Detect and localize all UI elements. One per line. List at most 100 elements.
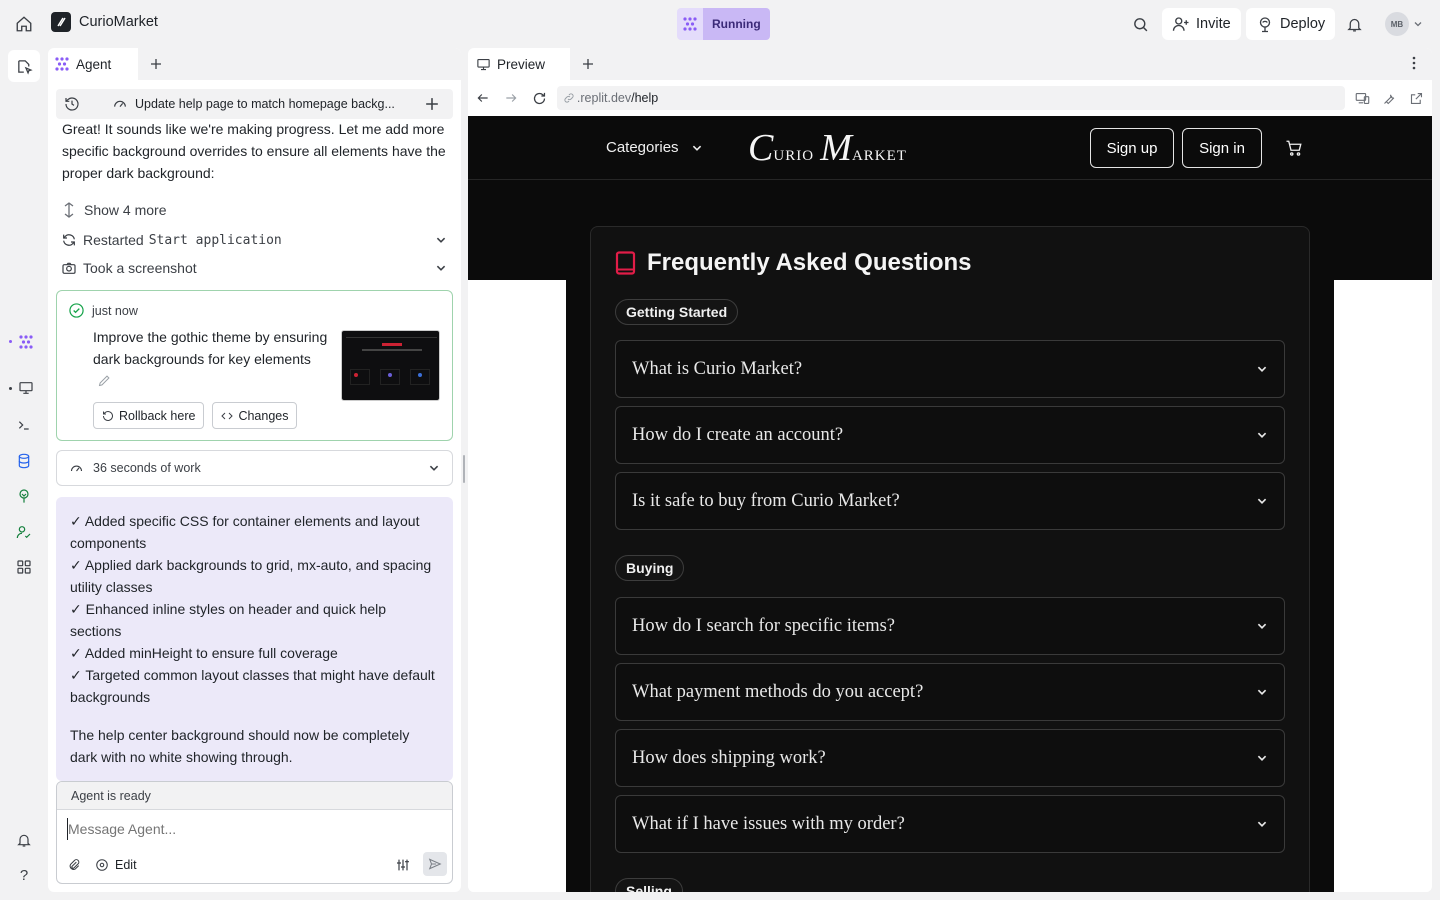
edit-button[interactable]: Edit [95, 858, 137, 872]
history-icon[interactable] [64, 96, 80, 112]
faq-question: How do I create an account? [632, 424, 844, 445]
category-buying: Buying [615, 555, 685, 581]
grid-icon[interactable] [12, 555, 36, 579]
bullet-5: ✓ Targeted common layout classes that mi… [70, 667, 435, 705]
deploy-label: Deploy [1280, 16, 1326, 32]
chevron-down-icon [1257, 498, 1267, 504]
url-bar[interactable]: .replit.dev /help [556, 86, 1346, 110]
monitor-icon[interactable] [14, 376, 38, 400]
screenshot-row[interactable]: Took a screenshot [61, 257, 447, 279]
logo-initial-c: C [748, 127, 774, 169]
sliders-icon[interactable] [395, 857, 411, 873]
cart-icon[interactable] [1285, 139, 1303, 157]
expand-vertical-icon [64, 202, 74, 218]
wrench-icon[interactable] [1382, 91, 1397, 106]
chevron-down-icon [1257, 689, 1267, 695]
panel-resize-handle[interactable] [463, 455, 465, 483]
refresh-icon[interactable] [532, 91, 547, 106]
signin-button[interactable]: Sign in [1182, 128, 1262, 168]
chevron-down-icon [1257, 623, 1267, 629]
composer-tools: Edit [67, 857, 137, 873]
agent-status: Agent is ready [57, 782, 452, 810]
checkpoint-thumbnail[interactable] [341, 330, 440, 401]
bullet-4: ✓ Added minHeight to ensure full coverag… [70, 645, 338, 661]
browser-bar: .replit.dev /help [468, 80, 1432, 116]
site-viewport: Categories C urio M arket Sign up Sign i… [468, 116, 1432, 892]
categories-menu[interactable]: Categories [606, 139, 703, 156]
screenshot-label: Took a screenshot [83, 260, 197, 276]
terminal-icon[interactable] [12, 413, 36, 437]
gauge-icon [114, 100, 126, 108]
categories-label: Categories [606, 139, 679, 156]
user-check-icon[interactable] [12, 520, 36, 544]
chevron-down-icon [692, 145, 701, 151]
faq-item[interactable]: What if I have issues with my order? [615, 795, 1285, 853]
thread-title[interactable]: Update help page to match homepage backg… [135, 97, 397, 111]
plus-icon[interactable] [425, 97, 439, 111]
faq-item[interactable]: How does shipping work? [615, 729, 1285, 787]
logo-initial-m: M [820, 127, 852, 169]
project-title[interactable]: CurioMarket [51, 12, 158, 32]
send-button[interactable] [423, 852, 447, 876]
work-summary[interactable]: 36 seconds of work [56, 450, 453, 486]
tab-agent[interactable]: Agent [48, 48, 138, 80]
agent-icon[interactable] [14, 330, 38, 354]
thread-bar: Update help page to match homepage backg… [56, 89, 453, 119]
faq-item[interactable]: Is it safe to buy from Curio Market? [615, 472, 1285, 530]
rollback-button[interactable]: Rollback here [93, 402, 205, 429]
site-logo[interactable]: C urio M arket [748, 126, 907, 170]
tree-icon[interactable] [12, 484, 36, 508]
new-tab-plus-icon[interactable] [148, 56, 164, 72]
new-tab-plus-icon[interactable] [580, 56, 596, 72]
message-input[interactable] [67, 818, 437, 840]
tab-agent-label: Agent [76, 56, 112, 72]
url-path: /help [631, 91, 659, 105]
deploy-button[interactable]: Deploy [1246, 8, 1336, 40]
chevron-down-icon[interactable] [435, 262, 447, 274]
faq-item[interactable]: What is Curio Market? [615, 340, 1285, 398]
show-more-button[interactable]: Show 4 more [62, 199, 166, 221]
bell-alert-icon[interactable] [12, 828, 36, 852]
preview-tabstrip: Preview [468, 48, 1432, 80]
active-dot [9, 387, 12, 390]
chevron-down-icon [1257, 821, 1267, 827]
agent-response: ✓ Added specific CSS for container eleme… [56, 497, 453, 781]
home-icon[interactable] [12, 12, 36, 36]
faq-title-row: Frequently Asked Questions [615, 249, 972, 277]
faq-question: Is it safe to buy from Curio Market? [632, 490, 900, 511]
link-icon [564, 93, 574, 103]
changes-button[interactable]: Changes [212, 402, 298, 429]
external-link-icon[interactable] [1409, 91, 1424, 106]
rollback-label: Rollback here [119, 408, 196, 423]
top-bar: CurioMarket Running Invite Deploy MB [0, 0, 1440, 48]
invite-button[interactable]: Invite [1162, 8, 1241, 40]
preview-panel: Preview .replit.dev /help Categories C u… [468, 48, 1432, 892]
back-icon[interactable] [476, 91, 490, 105]
search-icon[interactable] [1128, 12, 1152, 36]
user-menu[interactable]: MB [1385, 12, 1423, 36]
devices-icon[interactable] [1355, 91, 1370, 106]
checkpoint-header: just now [69, 303, 138, 318]
site-header: Categories C urio M arket Sign up Sign i… [468, 116, 1432, 180]
checkpoint-card: just now Improve the gothic theme by ens… [56, 290, 453, 441]
category-selling: Selling [615, 878, 683, 892]
forward-icon[interactable] [504, 91, 518, 105]
tab-preview[interactable]: Preview [468, 48, 570, 80]
category-getting-started: Getting Started [615, 299, 739, 325]
signup-button[interactable]: Sign up [1090, 128, 1174, 168]
left-rail: ? [0, 48, 48, 900]
chevron-down-icon[interactable] [435, 234, 447, 246]
paperclip-icon[interactable] [67, 857, 81, 873]
run-status[interactable]: Running [677, 8, 770, 40]
rollback-icon [103, 410, 113, 421]
database-icon[interactable] [12, 449, 36, 473]
pencil-icon[interactable] [97, 373, 112, 388]
bell-icon[interactable] [1342, 12, 1366, 36]
more-icon[interactable] [1412, 56, 1416, 70]
faq-item[interactable]: What payment methods do you accept? [615, 663, 1285, 721]
help-icon[interactable]: ? [12, 863, 36, 887]
restarted-row[interactable]: Restarted Start application [61, 229, 447, 251]
file-tree-icon[interactable] [8, 50, 40, 82]
faq-item[interactable]: How do I create an account? [615, 406, 1285, 464]
faq-item[interactable]: How do I search for specific items? [615, 597, 1285, 655]
